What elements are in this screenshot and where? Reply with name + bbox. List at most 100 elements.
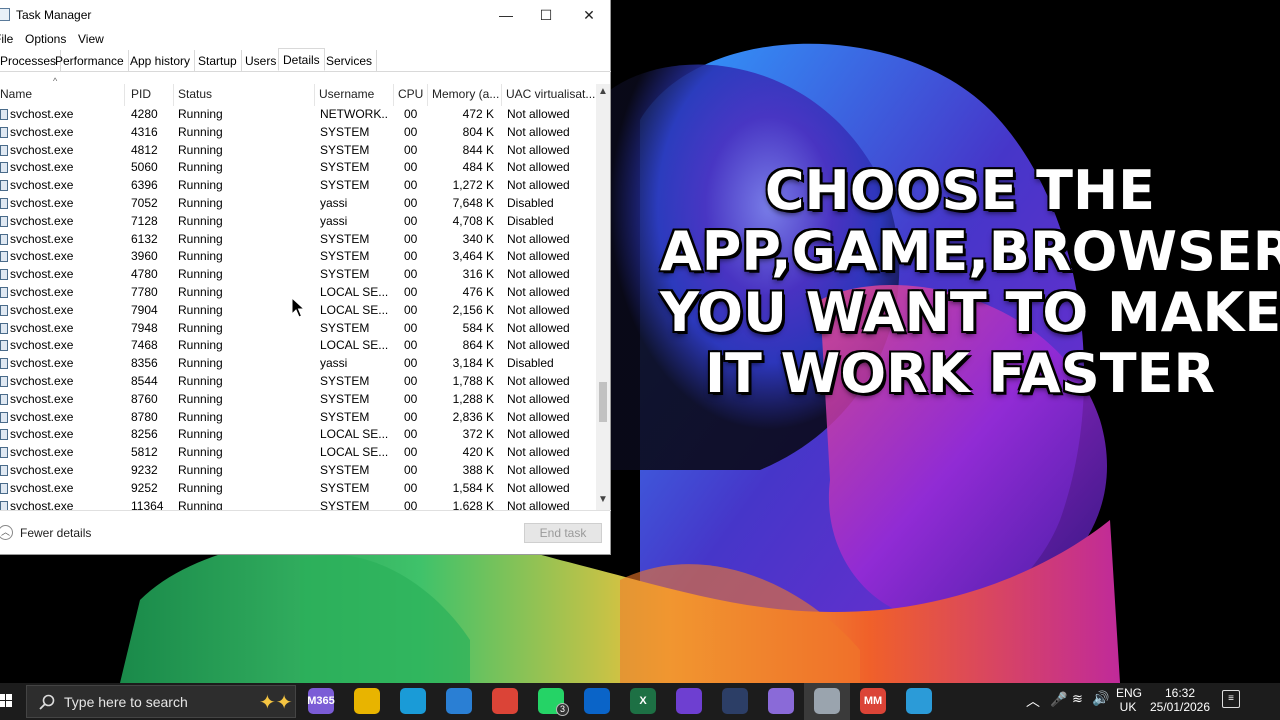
fewer-details-link[interactable]: Fewer details: [20, 526, 91, 540]
clock[interactable]: 16:32 25/01/2026: [1144, 686, 1216, 714]
table-row[interactable]: svchost.exe 8760 Running SYSTEM 00 1,288 K Not…: [0, 391, 596, 409]
table-row[interactable]: svchost.exe 6396 Running SYSTEM 00 1,272 K Not…: [0, 177, 596, 195]
process-uac: Not allowed: [507, 391, 570, 406]
table-row[interactable]: svchost.exe 6132 Running SYSTEM 00 340 K Not a…: [0, 231, 596, 249]
process-username: SYSTEM: [320, 142, 370, 157]
column-header-cpu[interactable]: CPU: [394, 84, 428, 106]
menu-file[interactable]: File: [0, 32, 13, 46]
process-pid: 5060: [131, 160, 158, 175]
speaker-icon[interactable]: 🔊: [1092, 690, 1109, 707]
maximize-button[interactable]: ☐: [524, 0, 568, 30]
process-uac: Not allowed: [507, 320, 570, 335]
chevron-up-icon[interactable]: ︿: [0, 525, 13, 540]
windows-start-icon[interactable]: [0, 692, 12, 710]
table-row[interactable]: svchost.exe 7468 Running LOCAL SE... 00 864 K…: [0, 337, 596, 355]
table-row[interactable]: svchost.exe 5812 Running LOCAL SE... 00 420 K…: [0, 444, 596, 462]
keyboard-layout: UK: [1119, 700, 1137, 714]
game-icon[interactable]: [722, 688, 748, 714]
close-button[interactable]: ✕: [567, 0, 611, 30]
table-row[interactable]: svchost.exe 8256 Running LOCAL SE... 00 372 K…: [0, 426, 596, 444]
table-row[interactable]: svchost.exe 4280 Running NETWORK... 00 472 K N…: [0, 106, 596, 124]
process-pid: 6396: [131, 178, 158, 193]
process-icon: [0, 180, 8, 192]
excel-icon[interactable]: X: [630, 688, 656, 714]
process-pid: 7128: [131, 213, 158, 228]
table-row[interactable]: svchost.exe 5060 Running SYSTEM 00 484 K Not a…: [0, 159, 596, 177]
table-row[interactable]: svchost.exe 8356 Running yassi 00 3,184 K Disa…: [0, 355, 596, 373]
process-cpu: 00: [404, 320, 418, 335]
table-row[interactable]: svchost.exe 11364 Running SYSTEM 00 1,628 K No…: [0, 498, 596, 510]
process-cpu: 00: [404, 196, 418, 210]
scroll-down-icon[interactable]: ▼: [596, 494, 610, 508]
table-row[interactable]: svchost.exe 8780 Running SYSTEM 00 2,836 K Not…: [0, 409, 596, 427]
outlook-icon[interactable]: [584, 688, 610, 714]
chrome-profile-icon[interactable]: MM: [860, 688, 886, 714]
process-memory: 3,184 K: [452, 356, 494, 371]
process-name: svchost.exe: [10, 338, 74, 353]
remote-desktop-icon[interactable]: [906, 688, 932, 714]
store-icon[interactable]: [446, 688, 472, 714]
end-task-button[interactable]: End task: [524, 523, 602, 543]
notifications-icon[interactable]: ≡: [1222, 690, 1240, 708]
process-memory: 3,464 K: [452, 249, 494, 264]
table-row[interactable]: svchost.exe 9252 Running SYSTEM 00 1,584 K Not…: [0, 480, 596, 498]
task-manager-icon[interactable]: [814, 688, 840, 714]
microphone-icon[interactable]: 🎤: [1050, 691, 1067, 708]
paint-icon[interactable]: [768, 688, 794, 714]
column-header-username[interactable]: Username: [315, 84, 394, 106]
vertical-scrollbar[interactable]: ▲ ▼: [596, 84, 610, 510]
process-pid: 3960: [131, 249, 158, 264]
column-header-name[interactable]: Name: [0, 84, 125, 106]
tab-users[interactable]: Users: [241, 50, 282, 72]
menu-options[interactable]: Options: [25, 32, 66, 46]
process-name: svchost.exe: [10, 213, 74, 228]
table-row[interactable]: svchost.exe 9232 Running SYSTEM 00 388 K Not a…: [0, 462, 596, 480]
scroll-thumb[interactable]: [599, 382, 607, 422]
table-row[interactable]: svchost.exe 4316 Running SYSTEM 00 804 K Not a…: [0, 124, 596, 142]
table-row[interactable]: svchost.exe 3960 Running SYSTEM 00 3,464 K Not…: [0, 248, 596, 266]
notification-badge: 3: [556, 703, 569, 716]
process-uac: Not allowed: [507, 445, 570, 460]
process-status: Running: [178, 178, 223, 193]
process-memory: 372 K: [462, 427, 494, 442]
table-row[interactable]: svchost.exe 4812 Running SYSTEM 00 844 K Not a…: [0, 142, 596, 160]
table-row[interactable]: svchost.exe 8544 Running SYSTEM 00 1,788 K Not…: [0, 373, 596, 391]
clock-date: 25/01/2026: [1149, 700, 1211, 714]
clipchamp-icon[interactable]: [676, 688, 702, 714]
table-row[interactable]: svchost.exe 7052 Running yassi 00 7,648 K Disa…: [0, 195, 596, 213]
process-cpu: 00: [404, 142, 418, 157]
m365-icon[interactable]: M365: [307, 688, 335, 714]
tab-startup[interactable]: Startup: [194, 50, 242, 72]
process-username: SYSTEM: [320, 498, 370, 510]
table-row[interactable]: svchost.exe 4780 Running SYSTEM 00 316 K Not a…: [0, 266, 596, 284]
column-header-memory[interactable]: Memory (a...: [428, 84, 502, 106]
column-header-pid[interactable]: PID: [127, 84, 174, 106]
file-explorer-icon[interactable]: [354, 688, 380, 714]
chrome-icon[interactable]: [492, 688, 518, 714]
title-bar[interactable]: Task Manager — ☐ ✕: [0, 0, 610, 30]
tab-details[interactable]: Details: [278, 48, 325, 71]
menu-view[interactable]: View: [78, 32, 104, 46]
minimize-button[interactable]: —: [484, 0, 528, 30]
tab-services[interactable]: Services: [322, 50, 378, 72]
table-row[interactable]: svchost.exe 7948 Running SYSTEM 00 584 K Not a…: [0, 320, 596, 338]
tab-performance[interactable]: Performance: [51, 50, 129, 72]
copilot-sparkle-icon[interactable]: ✦✦: [259, 690, 293, 715]
language-indicator[interactable]: ENG UK: [1116, 686, 1142, 714]
scroll-up-icon[interactable]: ▲: [596, 86, 610, 100]
column-header-status[interactable]: Status: [174, 84, 315, 106]
wifi-icon[interactable]: ≋: [1072, 691, 1083, 707]
taskbar-search-box[interactable]: Type here to search ✦✦: [26, 685, 296, 718]
table-row[interactable]: svchost.exe 7128 Running yassi 00 4,708 K Disa…: [0, 213, 596, 231]
chevron-up-icon[interactable]: ︿: [1026, 691, 1040, 711]
edge-icon[interactable]: [400, 688, 426, 714]
process-pid: 4812: [131, 142, 158, 157]
process-icon: [0, 411, 8, 423]
process-name: svchost.exe: [10, 285, 74, 299]
process-username: SYSTEM: [320, 124, 370, 139]
tab-app-history[interactable]: App history: [126, 50, 196, 72]
process-memory: 1,288 K: [452, 391, 494, 406]
process-status: Running: [178, 320, 223, 335]
process-username: SYSTEM: [320, 480, 370, 495]
column-header-uac[interactable]: UAC virtualisat...: [502, 84, 596, 106]
